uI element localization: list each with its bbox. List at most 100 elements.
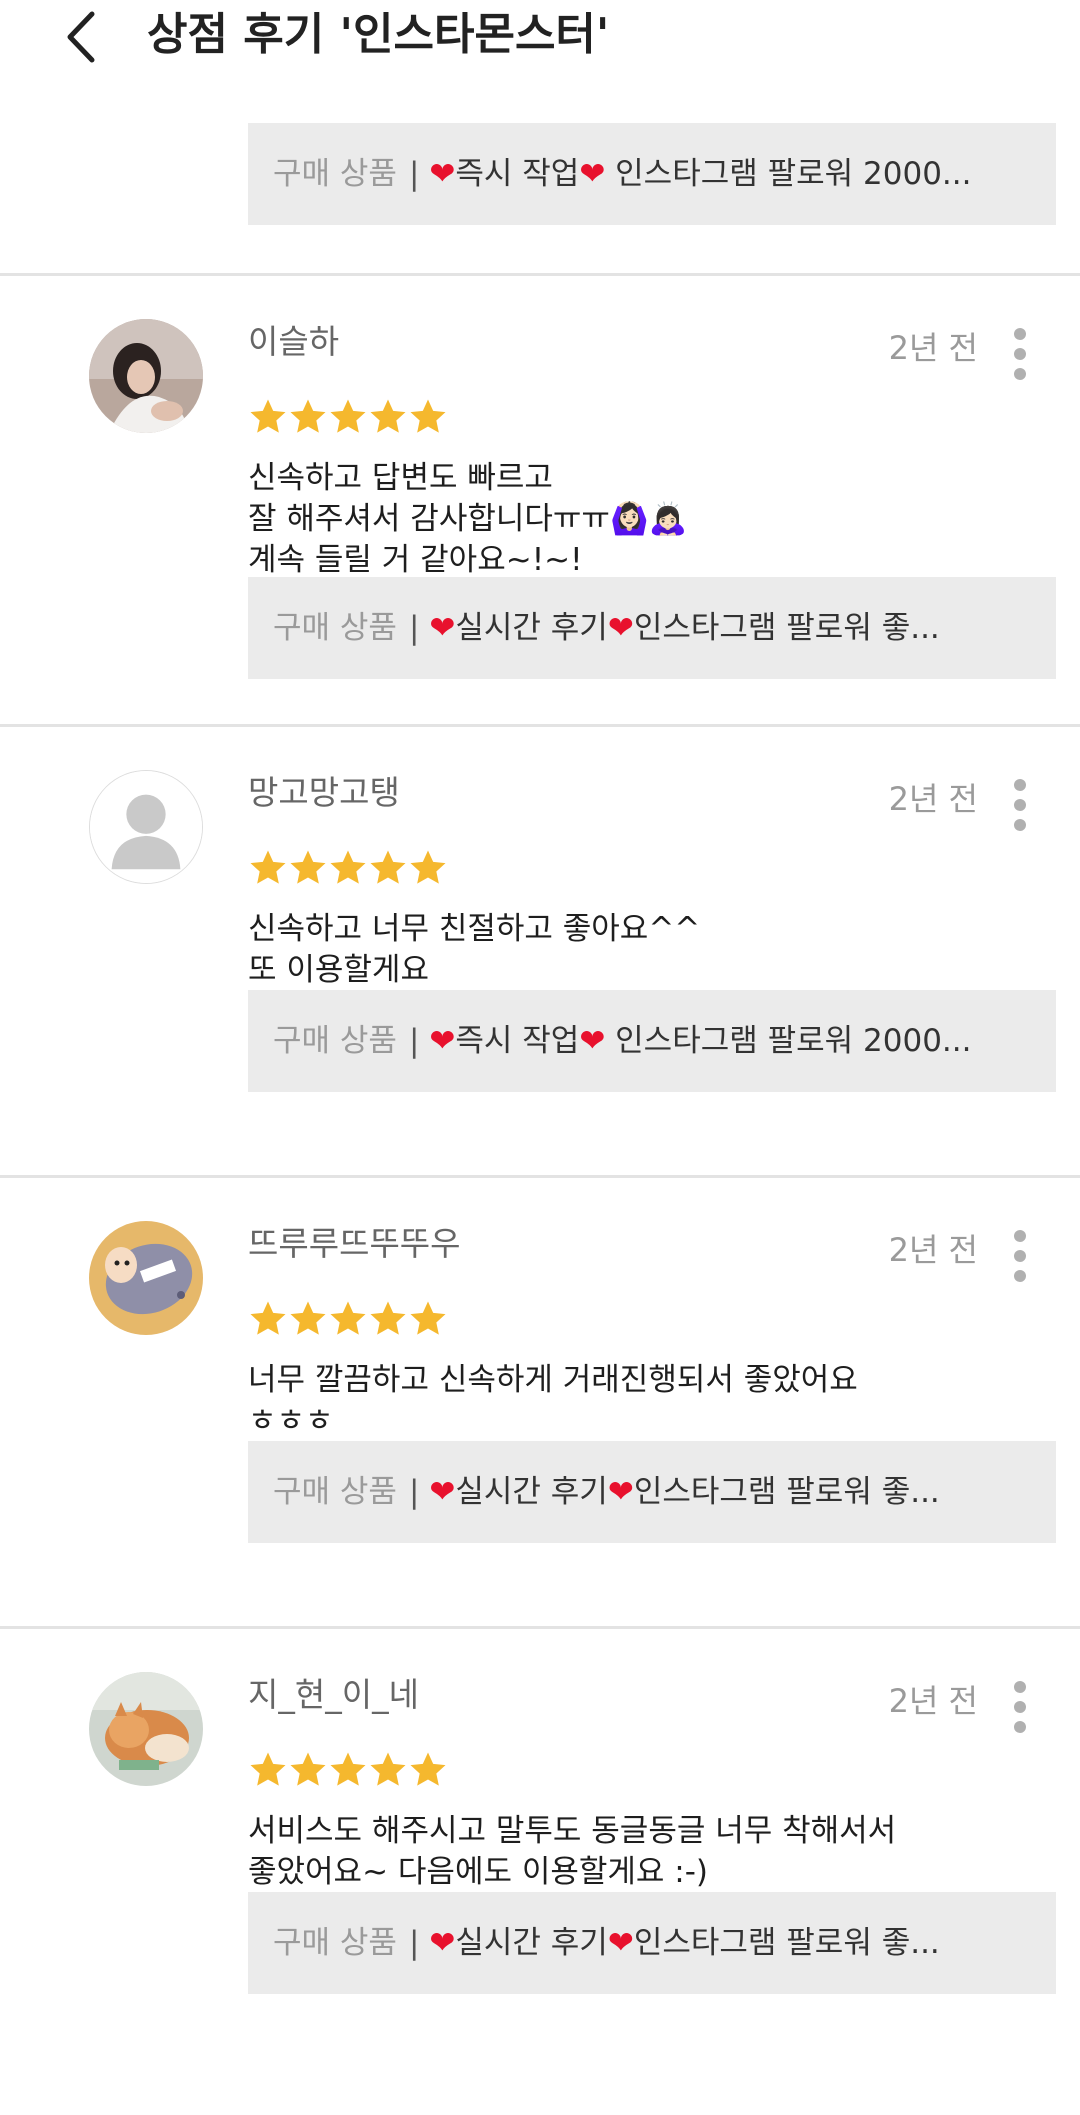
star-icon	[250, 399, 286, 433]
heart-icon: ❤	[429, 1023, 456, 1059]
star-icon	[370, 850, 406, 884]
product-label: 구매 상품	[273, 1023, 397, 1059]
product-separator: |	[408, 1474, 420, 1510]
heart-icon: ❤	[429, 1474, 456, 1510]
more-vertical-icon	[1014, 779, 1026, 791]
product-name: 인스타그램 팔로워 좋...	[633, 1474, 940, 1510]
review-text-line: 계속 들릴 거 같아요~!~!	[248, 542, 583, 578]
chevron-left-icon	[67, 11, 95, 63]
avatar[interactable]	[89, 1672, 203, 1786]
star-icon	[290, 850, 326, 884]
heart-icon: ❤	[429, 1925, 456, 1961]
product-label: 구매 상품	[273, 610, 397, 646]
star-icon	[330, 1301, 366, 1335]
star-icon	[330, 399, 366, 433]
star-icon	[250, 850, 286, 884]
product-separator: |	[408, 1023, 420, 1059]
more-vertical-icon	[1014, 328, 1026, 340]
heart-icon: ❤	[607, 1474, 634, 1510]
product-label: 구매 상품	[273, 1474, 397, 1510]
product-name-part: 실시간 후기	[455, 1925, 608, 1961]
star-icon	[410, 399, 446, 433]
review-text: 너무 깔끔하고 신속하게 거래진행되서 좋았어요 ㅎㅎㅎ	[248, 1360, 858, 1442]
more-vertical-icon	[1014, 1230, 1026, 1242]
review-text-line: 좋았어요~ 다음에도 이용할게요 :-)	[248, 1854, 709, 1890]
avatar[interactable]	[89, 770, 203, 884]
product-name: 인스타그램 팔로워 좋...	[633, 610, 940, 646]
review-text-line: 신속하고 답변도 빠르고	[248, 460, 553, 496]
more-options-button[interactable]	[1004, 1230, 1036, 1282]
more-vertical-icon	[1014, 1681, 1026, 1693]
more-options-button[interactable]	[1004, 328, 1036, 380]
star-icon	[250, 1301, 286, 1335]
product-separator: |	[408, 156, 420, 192]
star-icon	[290, 1301, 326, 1335]
star-icon	[290, 399, 326, 433]
review-text-line: 서비스도 해주시고 말투도 동글동글 너무 착해서서	[248, 1813, 897, 1849]
product-label: 구매 상품	[273, 1925, 397, 1961]
review-text: 신속하고 너무 친절하고 좋아요^^ 또 이용할게요	[248, 909, 700, 991]
purchased-product-box[interactable]: 구매 상품 | ❤실시간 후기❤인스타그램 팔로워 좋...	[248, 577, 1056, 679]
review-date: 2년 전	[888, 329, 978, 367]
purchased-product-box[interactable]: 구매 상품 | ❤실시간 후기❤인스타그램 팔로워 좋...	[248, 1892, 1056, 1994]
product-name-part: 실시간 후기	[455, 1474, 608, 1510]
purchased-product-box[interactable]: 구매 상품 | ❤즉시 작업❤ 인스타그램 팔로워 2000...	[248, 123, 1056, 225]
review-date: 2년 전	[888, 1682, 978, 1720]
reviewer-name: 지_현_이_네	[248, 1675, 419, 1714]
heart-icon: ❤	[579, 156, 606, 192]
product-name-part: 즉시 작업	[455, 1023, 580, 1059]
star-rating	[248, 1299, 448, 1343]
star-icon	[330, 1752, 366, 1786]
review-text-line: 너무 깔끔하고 신속하게 거래진행되서 좋았어요	[248, 1362, 858, 1398]
product-name-part: 실시간 후기	[455, 610, 608, 646]
default-avatar-icon	[90, 771, 202, 883]
reviewer-name: 망고망고탱	[248, 773, 400, 812]
user-photo-icon	[89, 1672, 203, 1786]
review-date: 2년 전	[888, 780, 978, 818]
more-options-button[interactable]	[1004, 779, 1036, 831]
review-card: 지_현_이_네 2년 전 서비스도 해주시고 말투도 동글동글 너무 착해서서 …	[0, 1629, 1080, 2077]
review-text-line: 잘 해주셔서 감사합니다ㅠㅠ🙆🏻‍♀️🙇🏻‍♀️	[248, 501, 688, 537]
purchased-product-box[interactable]: 구매 상품 | ❤실시간 후기❤인스타그램 팔로워 좋...	[248, 1441, 1056, 1543]
more-options-button[interactable]	[1004, 1681, 1036, 1733]
star-icon	[290, 1752, 326, 1786]
review-card: 이슬하 2년 전 신속하고 답변도 빠르고 잘 해주셔서 감사합니다ㅠㅠ🙆🏻‍♀…	[0, 276, 1080, 724]
product-name: 인스타그램 팔로워 좋...	[633, 1925, 940, 1961]
avatar[interactable]	[89, 319, 203, 433]
back-button[interactable]	[60, 6, 110, 68]
star-icon	[410, 1752, 446, 1786]
avatar[interactable]	[89, 1221, 203, 1335]
heart-icon: ❤	[607, 610, 634, 646]
star-icon	[330, 850, 366, 884]
user-photo-icon	[89, 319, 203, 433]
product-separator: |	[408, 1925, 420, 1961]
product-name: 인스타그램 팔로워 2000...	[605, 156, 972, 192]
star-rating	[248, 848, 448, 892]
page-title: 상점 후기 '인스타몬스터'	[147, 9, 610, 60]
review-text-line: 또 이용할게요	[248, 952, 429, 988]
star-icon	[370, 1752, 406, 1786]
review-text-line: 신속하고 너무 친절하고 좋아요^^	[248, 911, 701, 947]
star-rating	[248, 397, 448, 441]
star-icon	[370, 1301, 406, 1335]
heart-icon: ❤	[429, 156, 456, 192]
heart-icon: ❤	[579, 1023, 606, 1059]
app-header: 상점 후기 '인스타몬스터'	[0, 0, 1080, 80]
review-text: 서비스도 해주시고 말투도 동글동글 너무 착해서서 좋았어요~ 다음에도 이용…	[248, 1811, 896, 1893]
purchased-product-box[interactable]: 구매 상품 | ❤즉시 작업❤ 인스타그램 팔로워 2000...	[248, 990, 1056, 1092]
product-name: 인스타그램 팔로워 2000...	[605, 1023, 972, 1059]
star-rating	[248, 1750, 448, 1794]
review-card: 뜨루루뜨뚜뚜우 2년 전 너무 깔끔하고 신속하게 거래진행되서 좋았어요 ㅎㅎ…	[0, 1178, 1080, 1626]
review-text-line: ㅎㅎㅎ	[248, 1403, 334, 1439]
star-icon	[250, 1752, 286, 1786]
heart-icon: ❤	[429, 610, 456, 646]
review-text: 신속하고 답변도 빠르고 잘 해주셔서 감사합니다ㅠㅠ🙆🏻‍♀️🙇🏻‍♀️ 계속…	[248, 458, 687, 581]
product-label: 구매 상품	[273, 156, 397, 192]
review-card: 망고망고탱 2년 전 신속하고 너무 친절하고 좋아요^^ 또 이용할게요 구매…	[0, 727, 1080, 1175]
user-photo-icon	[89, 1221, 203, 1335]
heart-icon: ❤	[607, 1925, 634, 1961]
product-separator: |	[408, 610, 420, 646]
product-name-part: 즉시 작업	[455, 156, 580, 192]
review-card-partial: 구매 상품 | ❤즉시 작업❤ 인스타그램 팔로워 2000...	[0, 80, 1080, 273]
star-icon	[410, 850, 446, 884]
